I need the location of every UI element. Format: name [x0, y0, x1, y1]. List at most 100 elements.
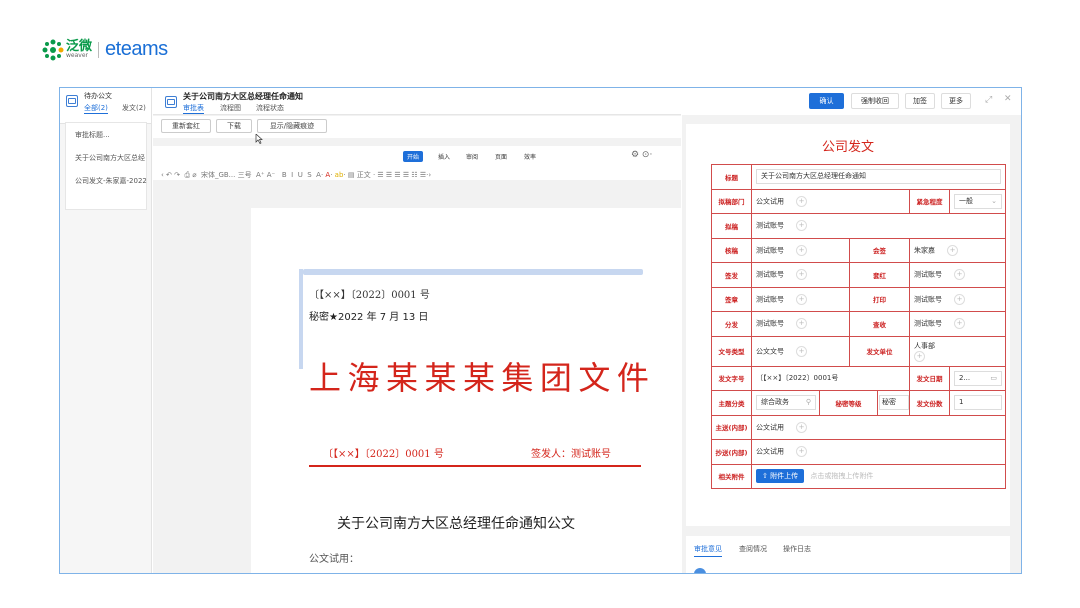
label-copies: 发文份数: [909, 390, 950, 416]
add-icon[interactable]: +: [796, 318, 807, 330]
form-row: 分发 测试账号 + 查收 测试账号 +: [711, 311, 1007, 337]
form-row: 发文字号 〔【××】〔2022〕0001号 发文日期 2... ▭: [711, 365, 1007, 391]
label-subject: 主题分类: [711, 390, 752, 416]
add-icon[interactable]: +: [796, 421, 807, 433]
form-row: 标题 关于公司南方大区总经理任命通知: [711, 164, 1007, 190]
add-icon[interactable]: +: [796, 244, 807, 256]
label-title: 标题: [711, 164, 752, 190]
upload-icon: ⇧: [762, 472, 771, 481]
tab-approval-form[interactable]: 审批表: [183, 103, 204, 114]
page-header-bar: [303, 269, 643, 275]
countersign-value: 朱家嘉: [914, 246, 935, 255]
ribbon-tab-page[interactable]: 页面: [495, 152, 507, 161]
label-countersign: 会签: [849, 237, 910, 263]
add-icon[interactable]: +: [796, 345, 807, 357]
add-icon[interactable]: +: [954, 269, 965, 281]
red-header-char: 件: [616, 359, 649, 397]
tab-all[interactable]: 全部(2): [84, 103, 108, 114]
add-icon[interactable]: +: [796, 446, 807, 458]
undo-icon[interactable]: ‹ ↶ ↷: [161, 171, 180, 179]
close-icon[interactable]: ✕: [1004, 94, 1012, 104]
red-header-char: 海: [347, 359, 380, 397]
paragraph-style-select[interactable]: 正文: [357, 171, 371, 179]
font-select[interactable]: 宋体_GB...: [201, 171, 235, 179]
label-distribute: 分发: [711, 311, 752, 337]
add-icon[interactable]: +: [954, 293, 965, 305]
tab-flow-status[interactable]: 流程状态: [256, 103, 284, 113]
tab-flowchart[interactable]: 流程图: [220, 103, 241, 113]
label-issue: 签发: [711, 262, 752, 288]
list-item[interactable]: 关于公司南方大区总经: [75, 153, 151, 163]
font-size-select[interactable]: 三号: [238, 171, 252, 179]
ribbon-tab-review[interactable]: 审阅: [466, 152, 478, 161]
add-icon[interactable]: +: [796, 293, 807, 305]
expand-icon[interactable]: ⤢: [985, 95, 992, 105]
search-input[interactable]: 审批标题...: [75, 130, 155, 140]
todo-list-header: 待办公文 全部(2) 发文(2): [60, 88, 151, 124]
tab-approval-opinion[interactable]: 审批意见: [694, 544, 722, 557]
reapply-red-button[interactable]: 重新套红: [161, 119, 211, 133]
red-header-value: 测试账号: [914, 270, 942, 279]
align-icons[interactable]: · ☰ ☰ ☰ ☰ ☷ ☰·›: [373, 171, 431, 179]
add-icon[interactable]: +: [914, 350, 925, 362]
ribbon-tab-efficiency[interactable]: 效率: [524, 152, 536, 161]
title-input[interactable]: 关于公司南方大区总经理任命通知: [756, 169, 1001, 185]
secret-level-select[interactable]: 秘密: [879, 395, 909, 411]
download-button[interactable]: 下载: [216, 119, 252, 133]
red-header-char: 集: [501, 359, 534, 397]
red-header-title: 上 海 某 某 某 集 团 文 件: [309, 353, 649, 399]
label-receive: 查收: [849, 311, 910, 337]
form-row: 主题分类 综合政务 ⚲ 秘密等级 秘密 发文份数 1: [711, 390, 1007, 416]
copies-input[interactable]: 1: [954, 395, 1002, 411]
subject-select[interactable]: 综合政务 ⚲: [756, 395, 816, 411]
add-icon[interactable]: +: [796, 195, 807, 207]
red-divider: [309, 465, 641, 467]
list-item[interactable]: 公司发文-朱家嘉-2022: [75, 176, 151, 186]
red-header-char: 文: [578, 359, 611, 397]
tab-operation-log[interactable]: 操作日志: [783, 544, 811, 554]
issue-date-value: 2...: [959, 373, 971, 382]
secret-line: 秘密★2022 年 7 月 13 日: [309, 312, 429, 323]
issue-date-input[interactable]: 2... ▭: [954, 370, 1002, 386]
todo-list-panel: 待办公文 全部(2) 发文(2) 审批标题... 关于公司南方大区总经 公司发文…: [60, 88, 155, 573]
doc-main-title: 关于公司南方大区总经理任命通知公文: [337, 516, 575, 532]
upload-attachment-label: 附件上传: [770, 472, 799, 481]
document-editor-panel: 关于公司南方大区总经理任命通知 审批表 流程图 流程状态 重新套红 下载 显示/…: [153, 88, 740, 573]
label-red-header: 套红: [849, 262, 910, 288]
upload-attachment-button[interactable]: ⇧ 附件上传: [756, 469, 805, 484]
document-icon: [66, 95, 78, 107]
editor-ribbon: 开始 插入 审阅 页面 效率 ⚙ ⊙· ‹ ↶ ↷ ⎙ ⌀ 宋体_GB... 三…: [153, 146, 681, 180]
print-value: 测试账号: [914, 295, 942, 304]
tab-view-status[interactable]: 查阅情况: [739, 544, 767, 554]
ribbon-settings-icon[interactable]: ⚙ ⊙·: [631, 150, 652, 160]
document-header: 关于公司南方大区总经理任命通知 审批表 流程图 流程状态: [153, 88, 681, 115]
ribbon-tab-start[interactable]: 开始: [403, 151, 424, 162]
tab-send[interactable]: 发文(2): [122, 103, 146, 113]
more-button[interactable]: 更多: [941, 93, 971, 109]
label-draft-dept: 拟稿部门: [711, 188, 752, 214]
red-header-char: 某: [424, 359, 457, 397]
mouse-cursor-icon: [255, 134, 263, 144]
add-icon[interactable]: +: [954, 318, 965, 330]
font-style-icons[interactable]: A⁺ A⁻ B I U S A· A· ab· ▤: [254, 171, 354, 179]
add-icon[interactable]: +: [796, 220, 807, 232]
red-header-char: 团: [539, 359, 572, 397]
format-brush-icon[interactable]: ⎙ ⌀: [182, 171, 199, 179]
confirm-button[interactable]: 确认: [809, 93, 844, 109]
upload-hint: 点击或拖拽上传附件: [810, 472, 874, 481]
urgency-select[interactable]: 一般 ⌄: [954, 193, 1002, 209]
add-signer-button[interactable]: 加签: [905, 93, 935, 109]
force-recall-button[interactable]: 强制收回: [851, 93, 899, 109]
form-table: 标题 关于公司南方大区总经理任命通知 拟稿部门 公文试用 + 紧急程度 一般 ⌄ …: [711, 164, 1007, 489]
label-secret-level: 秘密等级: [819, 390, 878, 416]
add-icon[interactable]: +: [947, 244, 958, 256]
label-print: 打印: [849, 286, 910, 312]
red-header-char: 上: [309, 359, 342, 397]
add-icon[interactable]: +: [796, 269, 807, 281]
toggle-track-changes-button[interactable]: 显示/隐藏痕迹: [257, 119, 327, 133]
action-bar: 确认 强制收回 加签 更多 ⤢ ✕: [682, 88, 1021, 115]
search-icon: ⚲: [805, 398, 811, 407]
document-title: 关于公司南方大区总经理任命通知: [183, 92, 303, 101]
ribbon-tab-insert[interactable]: 插入: [438, 152, 450, 161]
cc-value: 公文试用: [756, 447, 784, 456]
